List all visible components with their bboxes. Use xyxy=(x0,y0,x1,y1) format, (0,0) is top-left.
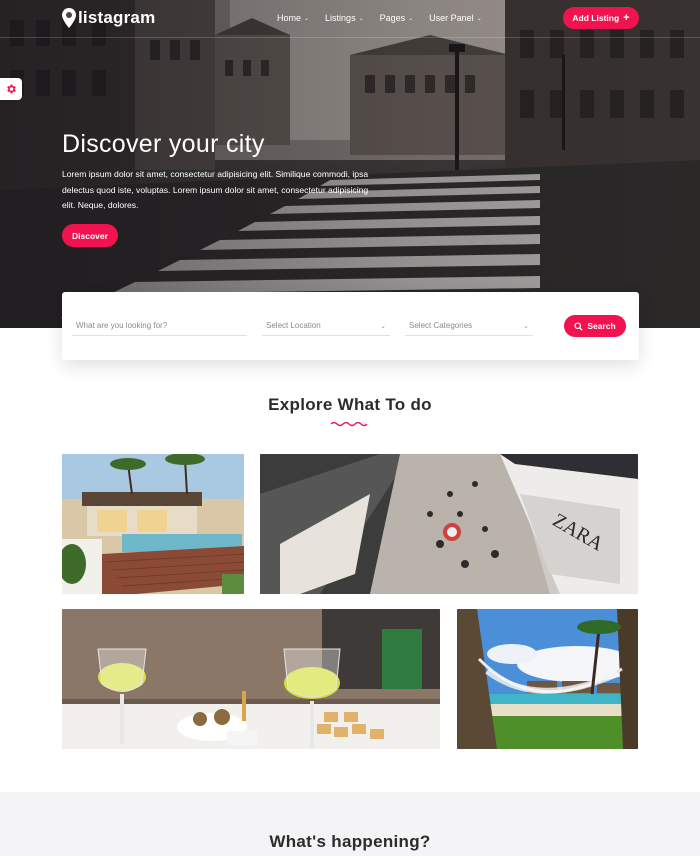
hero-title: Discover your city xyxy=(62,130,265,158)
header-divider xyxy=(0,37,700,38)
nav-item-listings[interactable]: Listings ⌄ xyxy=(325,13,364,23)
restaurant-drinks-image xyxy=(62,609,440,749)
gear-icon xyxy=(7,84,16,94)
nav-item-label: Pages xyxy=(379,13,406,23)
chevron-down-icon: ⌄ xyxy=(304,15,310,22)
chevron-down-icon: ⌄ xyxy=(523,322,529,330)
hero-section xyxy=(0,0,700,328)
search-button-label: Search xyxy=(587,321,616,331)
explore-tile-beach[interactable] xyxy=(457,609,638,749)
chevron-down-icon: ⌄ xyxy=(408,15,414,22)
villa-pool-image xyxy=(62,454,244,594)
chevron-down-icon: ⌄ xyxy=(476,15,482,22)
category-select-label: Select Categories xyxy=(409,321,473,330)
main-nav: Home ⌄ Listings ⌄ Pages ⌄ User Panel ⌄ xyxy=(277,13,498,23)
shopping-street-image: ZARA xyxy=(260,454,638,594)
plus-icon: + xyxy=(623,12,630,24)
nav-item-label: Home xyxy=(277,13,302,23)
logo-text: listagram xyxy=(78,8,156,27)
hero-overlay xyxy=(0,0,700,328)
discover-button[interactable]: Discover xyxy=(62,224,118,247)
add-listing-label: Add Listing xyxy=(572,13,620,23)
search-button[interactable]: Search xyxy=(564,315,626,337)
search-icon xyxy=(574,321,583,331)
keyword-input[interactable]: What are you looking for? xyxy=(72,316,247,336)
nav-item-pages[interactable]: Pages ⌄ xyxy=(380,13,414,23)
site-logo[interactable]: listagram xyxy=(62,8,155,28)
category-select[interactable]: Select Categories ⌄ xyxy=(405,316,533,336)
explore-title: Explore What To do xyxy=(268,395,432,414)
map-pin-icon xyxy=(62,8,76,28)
nav-item-label: User Panel xyxy=(429,13,474,23)
chevron-down-icon: ⌄ xyxy=(380,322,386,330)
happening-title: What's happening? xyxy=(269,832,431,851)
title-divider-squiggle xyxy=(330,421,368,427)
nav-item-user-panel[interactable]: User Panel ⌄ xyxy=(429,13,482,23)
explore-tile-restaurant[interactable] xyxy=(62,609,440,749)
beach-hammock-image xyxy=(457,609,638,749)
hero-description: Lorem ipsum dolor sit amet, consectetur … xyxy=(62,169,369,211)
location-select[interactable]: Select Location ⌄ xyxy=(262,316,390,336)
location-select-label: Select Location xyxy=(266,321,321,330)
add-listing-button[interactable]: Add Listing + xyxy=(563,7,639,29)
explore-tile-villa[interactable] xyxy=(62,454,244,594)
search-panel: What are you looking for? Select Locatio… xyxy=(62,292,639,360)
chevron-down-icon: ⌄ xyxy=(358,15,364,22)
keyword-placeholder: What are you looking for? xyxy=(76,321,168,330)
nav-item-label: Listings xyxy=(325,13,356,23)
explore-tile-shopping[interactable]: ZARA xyxy=(260,454,638,594)
settings-toggle[interactable] xyxy=(0,78,22,100)
nav-item-home[interactable]: Home ⌄ xyxy=(277,13,309,23)
